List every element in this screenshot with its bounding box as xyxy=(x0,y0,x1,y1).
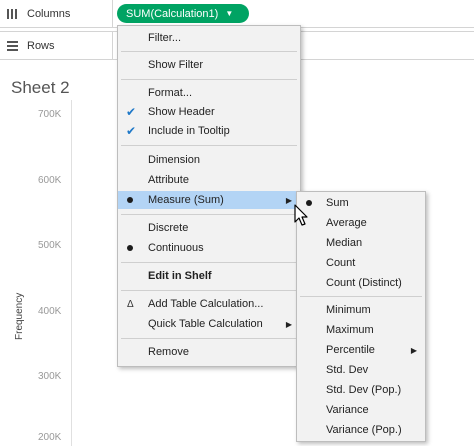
checkmark-icon: ✔ xyxy=(126,124,137,138)
pill-context-menu: Filter... Show Filter Format... ✔ Show H… xyxy=(117,25,301,367)
menu-item-show-filter[interactable]: Show Filter xyxy=(118,56,300,74)
rows-icon xyxy=(7,40,21,51)
submenu-item-variance-pop[interactable]: Variance (Pop.) xyxy=(297,421,425,439)
menu-item-add-table-calculation[interactable]: Δ Add Table Calculation... xyxy=(118,295,300,313)
y-tick: 400K xyxy=(38,306,62,317)
mouse-cursor-icon xyxy=(294,204,308,226)
delta-icon: Δ xyxy=(127,298,134,310)
pill-dropdown-icon[interactable]: ▼ xyxy=(225,9,233,18)
menu-separator xyxy=(121,51,297,52)
menu-item-format[interactable]: Format... xyxy=(118,84,300,102)
columns-shelf: Columns SUM(Calculation1) ▼ xyxy=(0,0,474,28)
calculation-pill[interactable]: SUM(Calculation1) ▼ xyxy=(117,4,249,23)
columns-shelf-label: Columns xyxy=(0,0,113,27)
submenu-item-std-dev-pop[interactable]: Std. Dev (Pop.) xyxy=(297,381,425,399)
selected-dot-icon xyxy=(127,245,133,251)
columns-label: Columns xyxy=(27,7,71,20)
submenu-item-percentile[interactable]: Percentile ▶ xyxy=(297,341,425,359)
menu-item-include-in-tooltip[interactable]: ✔ Include in Tooltip xyxy=(118,122,300,140)
menu-separator xyxy=(121,338,297,339)
menu-separator xyxy=(121,79,297,80)
menu-item-filter[interactable]: Filter... xyxy=(118,29,300,47)
menu-item-measure[interactable]: Measure (Sum) ▶ xyxy=(118,191,300,209)
pill-label: SUM(Calculation1) xyxy=(126,7,219,20)
sheet-title: Sheet 2 xyxy=(11,78,70,97)
menu-item-remove[interactable]: Remove xyxy=(118,343,300,361)
submenu-arrow-icon: ▶ xyxy=(285,195,292,205)
menu-separator xyxy=(121,214,297,215)
menu-separator xyxy=(121,290,297,291)
checkmark-icon: ✔ xyxy=(126,105,137,119)
submenu-item-maximum[interactable]: Maximum xyxy=(297,321,425,339)
submenu-item-median[interactable]: Median xyxy=(297,234,425,252)
submenu-item-count[interactable]: Count xyxy=(297,254,425,272)
columns-icon xyxy=(7,8,21,19)
y-axis-line xyxy=(71,100,72,446)
y-axis-label: Frequency xyxy=(14,292,25,340)
menu-item-dimension[interactable]: Dimension xyxy=(118,151,300,169)
menu-separator xyxy=(121,262,297,263)
menu-separator xyxy=(300,296,422,297)
menu-item-edit-in-shelf[interactable]: Edit in Shelf xyxy=(118,267,300,285)
menu-item-continuous[interactable]: Continuous xyxy=(118,239,300,257)
menu-item-quick-table-calculation[interactable]: Quick Table Calculation ▶ xyxy=(118,315,300,333)
submenu-item-variance[interactable]: Variance xyxy=(297,401,425,419)
submenu-item-std-dev[interactable]: Std. Dev xyxy=(297,361,425,379)
submenu-arrow-icon: ▶ xyxy=(285,319,292,329)
selected-dot-icon xyxy=(127,197,133,203)
submenu-item-minimum[interactable]: Minimum xyxy=(297,301,425,319)
y-tick: 700K xyxy=(38,109,62,120)
rows-shelf-label: Rows xyxy=(0,32,113,59)
menu-item-attribute[interactable]: Attribute xyxy=(118,171,300,189)
y-tick: 300K xyxy=(38,371,62,382)
y-tick: 600K xyxy=(38,175,62,186)
menu-item-show-header[interactable]: ✔ Show Header xyxy=(118,103,300,121)
submenu-arrow-icon: ▶ xyxy=(410,345,417,355)
measure-submenu: Sum Average Median Count Count (Distinct… xyxy=(296,191,426,442)
menu-separator xyxy=(121,145,297,146)
y-tick: 200K xyxy=(38,432,62,443)
submenu-item-average[interactable]: Average xyxy=(297,214,425,232)
submenu-item-sum[interactable]: Sum xyxy=(297,194,425,212)
rows-label: Rows xyxy=(27,39,55,52)
submenu-item-count-distinct[interactable]: Count (Distinct) xyxy=(297,274,425,292)
y-tick: 500K xyxy=(38,240,62,251)
menu-item-discrete[interactable]: Discrete xyxy=(118,219,300,237)
